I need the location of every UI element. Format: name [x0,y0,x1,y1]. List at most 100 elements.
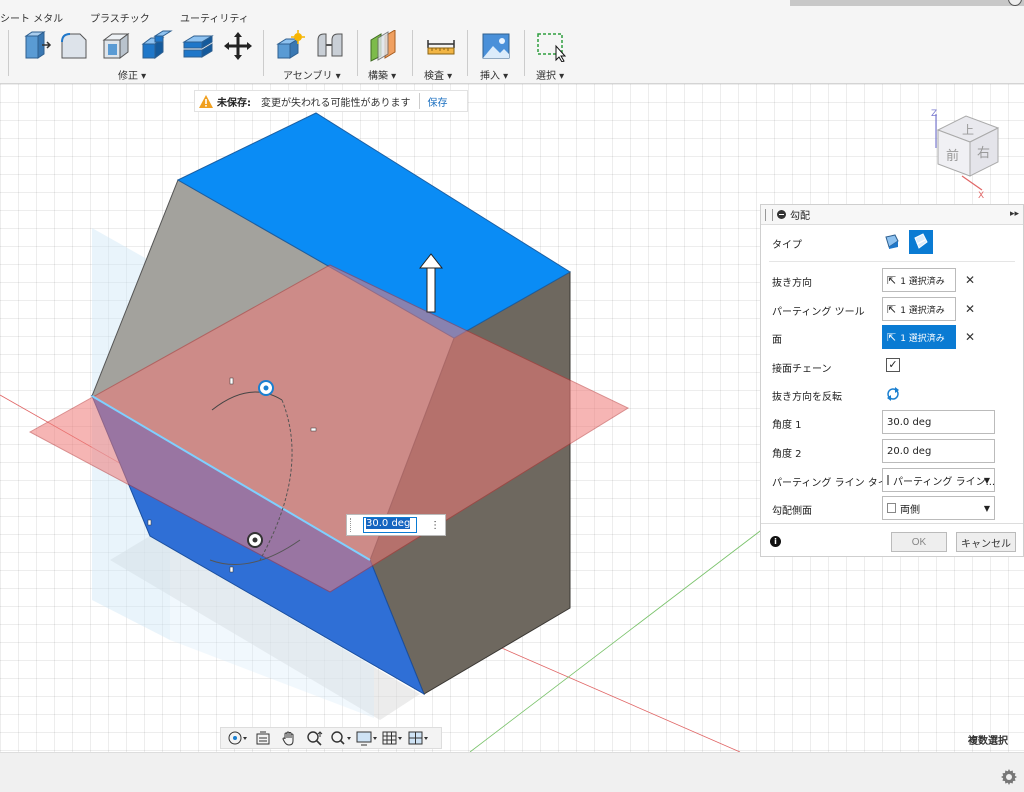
row-type: タイプ [761,229,1023,255]
parting-line-type-value: パーティング ライン... [893,476,995,488]
angle1-input[interactable]: 30.0 deg [882,410,995,434]
measure-icon[interactable] [425,30,457,62]
pull-direction-select[interactable]: ⇱ 1 選択済み [882,268,956,292]
group-inspect[interactable]: 検査 ▾ [424,67,452,82]
toolbar-separator [524,30,525,76]
shell-icon[interactable] [100,30,132,62]
type-label: タイプ [772,240,802,251]
drag-handle-icon[interactable] [765,208,773,221]
tab-sheet-metal[interactable]: シート メタル [0,10,63,25]
faces-select[interactable]: ⇱ 1 選択済み [882,325,956,349]
chevron-down-icon: ▼ [983,476,990,485]
toolbar-separator [412,30,413,76]
draft-dialog: 勾配 ▸▸ タイプ 抜き方向 ⇱ 1 選択済み ✕ パーティング ツール ⇱ 1… [760,204,1024,557]
parting-tool-label: パーティング ツール [772,307,865,318]
dialog-title: 勾配 [790,211,810,222]
draft-icon[interactable] [141,30,173,62]
angle-manipulator-top[interactable] [258,380,274,396]
toolbar-separator [8,30,9,76]
fixed-plane-type-icon[interactable] [883,233,901,251]
joint-icon[interactable] [314,30,346,62]
expand-icon[interactable]: ▸▸ [1010,209,1019,219]
manipulator-tick [229,566,234,573]
dialog-divider [769,261,1015,262]
plane-icon [887,475,889,485]
tangent-chain-label: 接面チェーン [772,364,832,375]
x-axis-indicator [961,175,983,191]
parting-tool-select[interactable]: ⇱ 1 選択済み [882,297,956,321]
viewcube-top-label: 上 [962,123,974,137]
viewcube[interactable]: Z X 上 前 右 [926,104,1010,201]
dialog-footer: i OK キャンセル [761,523,1023,557]
flip-direction-icon[interactable] [885,386,901,402]
row-pull-direction: 抜き方向 ⇱ 1 選択済み ✕ [761,267,1023,293]
angle-value-text: 30.0 deg [366,518,411,529]
new-component-icon[interactable] [274,30,306,62]
clear-pull-direction-icon[interactable]: ✕ [965,273,975,287]
clear-faces-icon[interactable]: ✕ [965,330,975,344]
angle2-label: 角度 2 [772,449,802,460]
parting-line-type-dropdown[interactable]: パーティング ライン... ▼ [882,468,995,492]
viewcube-front-label: 前 [946,148,959,164]
group-select[interactable]: 選択 ▾ [536,67,564,82]
draft-side-label: 勾配側面 [772,506,812,517]
zoom-icon[interactable] [303,729,327,747]
tab-plastic[interactable]: プラスチック [90,10,150,25]
display-settings-icon[interactable] [355,729,379,747]
gear-icon[interactable] [1001,769,1017,785]
drag-handle-icon[interactable] [350,518,355,532]
selection-count: 1 選択済み [900,305,945,316]
viewports-icon[interactable] [407,729,431,747]
fillet-icon[interactable] [58,30,90,62]
row-draft-side: 勾配側面 両側 ▼ [761,495,1023,521]
info-icon[interactable]: i [770,536,781,547]
parting-line-type-icon[interactable] [909,230,933,254]
cursor-arrow-icon: ⇱ [887,273,897,287]
orbit-icon[interactable] [225,729,249,747]
unsaved-message: 変更が失われる可能性があります [261,97,411,109]
scale-icon[interactable] [182,30,214,62]
group-construct[interactable]: 構築 ▾ [368,67,396,82]
ok-button[interactable]: OK [891,532,947,552]
draft-side-dropdown[interactable]: 両側 ▼ [882,496,995,520]
unsaved-banner: 未保存: 変更が失われる可能性があります 保存 [194,90,468,112]
manipulator-tick [147,519,152,526]
cursor-arrow-icon: ⇱ [887,302,897,316]
insert-image-icon[interactable] [480,30,512,62]
timeline-bar [0,752,1024,792]
group-modify[interactable]: 修正 ▾ [118,67,146,82]
row-tangent-chain: 接面チェーン ✓ [761,353,1023,379]
look-at-icon[interactable] [251,729,275,747]
select-box-icon[interactable] [536,30,568,62]
save-link[interactable]: 保存 [428,94,448,109]
group-insert[interactable]: 挿入 ▾ [480,67,508,82]
manipulator-tick [310,427,317,432]
faces-label: 面 [772,335,782,346]
fusion-app: シート メタル プラスチック ユーティリティ 修正 ▾ アセンブリ ▾ 構築 ▾… [0,0,1024,792]
dialog-header[interactable]: 勾配 ▸▸ [761,205,1023,225]
tab-utility[interactable]: ユーティリティ [180,10,249,25]
angle-value-input[interactable]: 30.0 deg [363,517,417,533]
angle2-input[interactable]: 20.0 deg [882,439,995,463]
parting-line-type-label: パーティング ライン タイプ [772,478,898,489]
grid-settings-icon[interactable] [381,729,405,747]
angle-manipulator-bottom[interactable] [247,532,263,548]
press-pull-icon[interactable] [20,30,52,62]
flip-pull-label: 抜き方向を反転 [772,392,842,403]
navigation-bar [220,727,442,749]
toolbar-separator [467,30,468,76]
tangent-chain-checkbox[interactable]: ✓ [886,358,900,372]
angle1-label: 角度 1 [772,420,802,431]
cancel-button[interactable]: キャンセル [956,532,1016,552]
multi-select-label: 複数選択 [968,736,1008,747]
row-parting-tool: パーティング ツール ⇱ 1 選択済み ✕ [761,296,1023,322]
move-icon[interactable] [222,30,254,62]
offset-plane-icon[interactable] [368,30,400,62]
group-assemble[interactable]: アセンブリ ▾ [283,67,341,82]
row-angle2: 角度 2 20.0 deg [761,438,1023,464]
clear-parting-tool-icon[interactable]: ✕ [965,302,975,316]
more-options-icon[interactable]: ⋯ [429,520,440,530]
collapse-icon[interactable] [777,210,786,219]
zoom-window-icon[interactable] [329,729,353,747]
pan-icon[interactable] [277,729,301,747]
